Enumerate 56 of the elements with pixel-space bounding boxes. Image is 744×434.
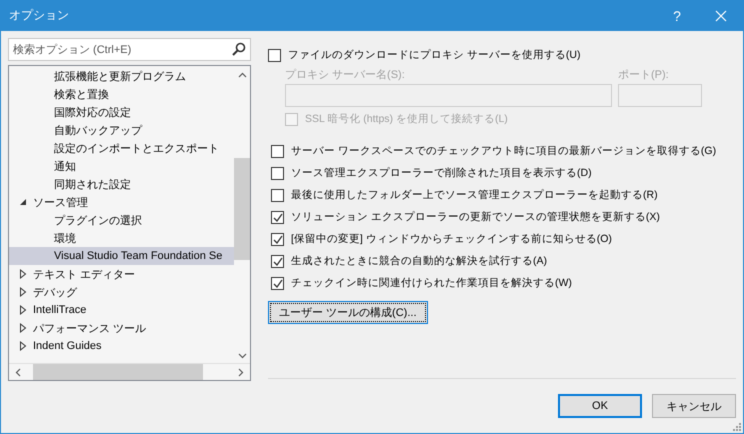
tree-item[interactable]: Indent Guides [33, 340, 102, 352]
tree-item[interactable]: 環境 [9, 229, 234, 247]
expanded-arrow-icon[interactable] [19, 198, 27, 206]
scroll-down-icon[interactable] [238, 353, 246, 359]
window-title: オプション [9, 7, 69, 24]
checkbox-label: 最後に使用したフォルダー上でソース管理エクスプローラーを起動する(R) [291, 188, 658, 202]
checkbox-label: ファイルのダウンロードにプロキシ サーバーを使用する(U) [288, 48, 580, 62]
collapsed-arrow-icon[interactable] [19, 287, 27, 297]
tree-item[interactable]: 通知 [9, 157, 234, 175]
tree-item[interactable]: テキスト エディター [33, 266, 136, 282]
help-button[interactable]: ? [655, 0, 699, 31]
collapsed-arrow-icon[interactable] [19, 305, 27, 315]
tree-item[interactable]: デバッグ [33, 284, 77, 300]
tree-item[interactable]: プラグインの選択 [9, 211, 234, 229]
tree-item[interactable]: 自動バックアップ [9, 121, 234, 139]
tree-item[interactable]: ソース管理 [33, 194, 88, 210]
collapsed-arrow-icon[interactable] [19, 341, 27, 351]
resize-grip-icon[interactable] [733, 423, 741, 431]
tree-item[interactable]: 国際対応の設定 [9, 103, 234, 121]
field-label: プロキシ サーバー名(S): [285, 68, 406, 83]
checkbox-label: 生成されたときに競合の自動的な解決を試行する(A) [291, 254, 547, 268]
horizontal-scrollbar[interactable] [9, 363, 250, 380]
search-icon [232, 42, 246, 56]
collapsed-arrow-icon[interactable] [19, 269, 27, 279]
scroll-thumb[interactable] [33, 364, 203, 380]
scroll-up-icon[interactable] [238, 72, 246, 78]
configure-button[interactable]: ユーザー ツールの構成(C)... [268, 301, 428, 324]
tree-item[interactable]: 同期された設定 [9, 175, 234, 193]
scroll-thumb[interactable] [234, 158, 250, 260]
checkbox[interactable] [271, 232, 284, 246]
tree-item[interactable]: Visual Studio Team Foundation Se [9, 247, 234, 265]
checkbox-label: [保留中の変更] ウィンドウからチェックインする前に知らせる(O) [291, 232, 612, 246]
checkbox[interactable] [271, 254, 284, 268]
checkbox[interactable] [271, 276, 284, 290]
checkbox[interactable] [271, 166, 284, 180]
scroll-left-icon[interactable] [15, 368, 21, 376]
tree-item[interactable]: 検索と置換 [9, 85, 234, 103]
checkbox[interactable] [271, 210, 284, 224]
checkbox-label: SSL 暗号化 (https) を使用して接続する(L) [305, 112, 508, 126]
field-label: ポート(P): [618, 68, 670, 83]
tree-item[interactable]: パフォーマンス ツール [33, 320, 146, 336]
close-icon [715, 10, 727, 22]
checkbox[interactable] [271, 188, 284, 202]
scroll-right-icon[interactable] [238, 368, 244, 376]
dialog-button[interactable]: キャンセル [652, 394, 736, 418]
tree-item[interactable]: 拡張機能と更新プログラム [9, 67, 234, 85]
checkbox-label: ソリューション エクスプローラーの更新でソースの管理状態を更新する(X) [291, 210, 660, 224]
checkbox-label: サーバー ワークスペースでのチェックアウト時に項目の最新バージョンを取得する(G) [291, 144, 716, 158]
tree-item[interactable]: 設定のインポートとエクスポート [9, 139, 234, 157]
checkbox-label: チェックイン時に関連付けられた作業項目を解決する(W) [291, 276, 572, 290]
dialog-button[interactable]: OK [558, 394, 642, 418]
tree-item[interactable]: IntelliTrace [33, 304, 86, 316]
checkbox[interactable] [271, 144, 284, 158]
search-field[interactable]: 検索オプション (Ctrl+E) [8, 38, 251, 61]
collapsed-arrow-icon[interactable] [19, 323, 27, 333]
checkbox-label: ソース管理エクスプローラーで削除された項目を表示する(D) [291, 166, 592, 180]
